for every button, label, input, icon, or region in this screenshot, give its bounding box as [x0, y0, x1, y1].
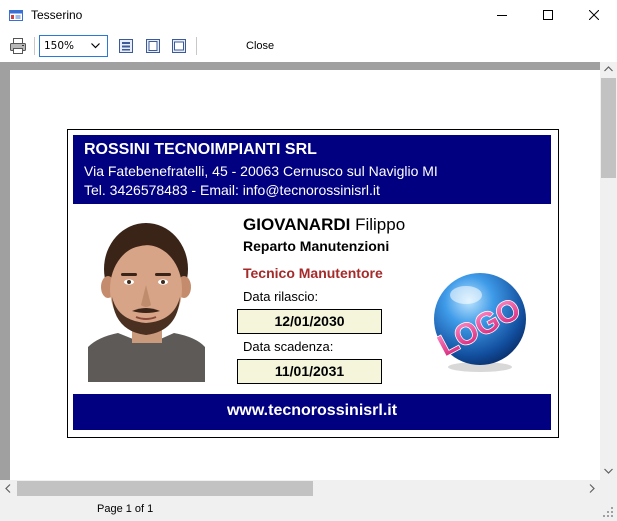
- scroll-left-arrow-icon[interactable]: [5, 484, 11, 493]
- issue-date-label: Data rilascio:: [243, 289, 319, 304]
- company-name: ROSSINI TECNOIMPIANTI SRL: [84, 141, 317, 158]
- toolbar-separator: [34, 37, 35, 55]
- employee-surname: GIOVANARDI: [243, 215, 351, 234]
- fit-page-icon[interactable]: [117, 37, 135, 55]
- maximize-button[interactable]: [525, 0, 571, 31]
- close-window-button[interactable]: [571, 0, 617, 31]
- employee-first-name: Filippo: [355, 215, 406, 234]
- window-title: Tesserino: [31, 8, 83, 22]
- close-icon: [589, 10, 599, 20]
- resize-grip-icon[interactable]: [603, 507, 614, 518]
- website-footer: www.tecnorossinisrl.it: [73, 394, 551, 430]
- scrollbar-corner: [600, 480, 617, 497]
- expiry-date-box: 11/01/2031: [237, 359, 382, 384]
- company-logo: LOGO: [432, 273, 527, 372]
- document-page: ROSSINI TECNOIMPIANTI SRL Via Fatebenefr…: [10, 70, 600, 480]
- page-frame: [0, 62, 600, 70]
- chevron-down-icon: [91, 43, 100, 49]
- vertical-scroll-thumb[interactable]: [601, 78, 616, 178]
- title-bar: Tesserino: [0, 0, 617, 31]
- status-bar: Page 1 of 1: [0, 499, 617, 521]
- toolbar: 150% Close: [0, 31, 617, 62]
- close-button[interactable]: Close: [246, 40, 274, 52]
- page-indicator: Page 1 of 1: [97, 503, 154, 515]
- zoom-select[interactable]: 150%: [39, 35, 108, 57]
- minimize-icon: [497, 15, 507, 16]
- minimize-button[interactable]: [479, 0, 525, 31]
- employee-role: Tecnico Manutentore: [243, 265, 383, 281]
- id-card-icon: [9, 10, 23, 21]
- toolbar-separator: [196, 37, 197, 55]
- single-page-icon[interactable]: [144, 37, 162, 55]
- scroll-right-arrow-icon[interactable]: [589, 484, 595, 493]
- company-contact: Tel. 3426578483 - Email: info@tecnorossi…: [84, 182, 380, 198]
- employee-photo: [88, 219, 205, 382]
- scroll-up-arrow-icon[interactable]: [604, 66, 613, 72]
- issue-date-box: 12/01/2030: [237, 309, 382, 334]
- page-frame: [0, 62, 10, 480]
- badge-card: ROSSINI TECNOIMPIANTI SRL Via Fatebenefr…: [67, 129, 559, 438]
- printer-icon[interactable]: [9, 37, 27, 55]
- scroll-down-arrow-icon[interactable]: [604, 468, 613, 474]
- zoom-value: 150%: [44, 40, 75, 52]
- employee-name: GIOVANARDI Filippo: [243, 215, 405, 235]
- document-viewport: ROSSINI TECNOIMPIANTI SRL Via Fatebenefr…: [0, 62, 617, 499]
- maximize-icon: [543, 10, 553, 20]
- company-header: ROSSINI TECNOIMPIANTI SRL Via Fatebenefr…: [73, 135, 551, 204]
- company-website: www.tecnorossinisrl.it: [226, 402, 398, 419]
- employee-department: Reparto Manutenzioni: [243, 238, 390, 254]
- page-width-icon[interactable]: [170, 37, 188, 55]
- company-address: Via Fatebenefratelli, 45 - 20063 Cernusc…: [84, 163, 438, 179]
- horizontal-scroll-thumb[interactable]: [17, 481, 313, 496]
- expiry-date-label: Data scadenza:: [243, 339, 334, 354]
